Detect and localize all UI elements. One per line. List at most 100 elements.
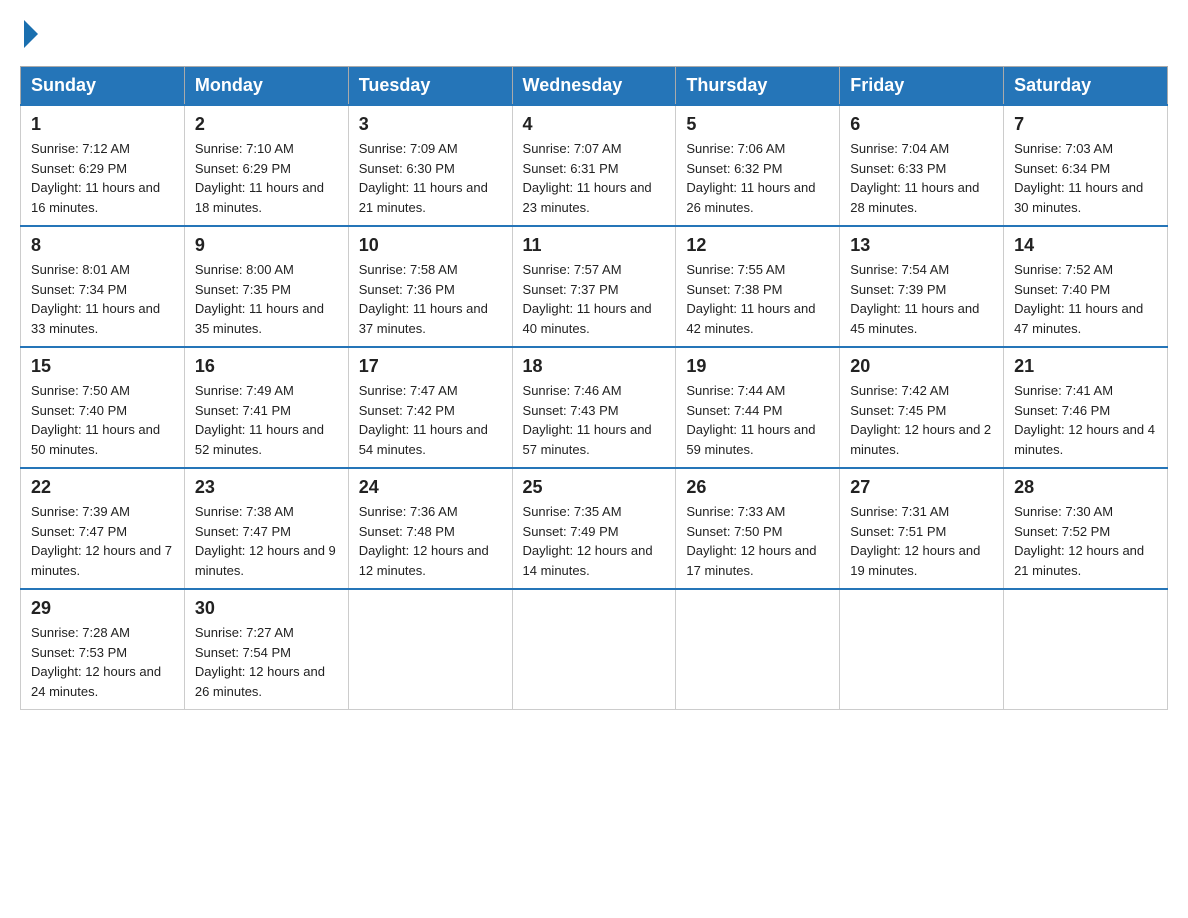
day-number: 7 xyxy=(1014,114,1157,135)
calendar-cell: 16 Sunrise: 7:49 AMSunset: 7:41 PMDaylig… xyxy=(184,347,348,468)
calendar-cell: 21 Sunrise: 7:41 AMSunset: 7:46 PMDaylig… xyxy=(1004,347,1168,468)
calendar-cell: 8 Sunrise: 8:01 AMSunset: 7:34 PMDayligh… xyxy=(21,226,185,347)
calendar-cell: 11 Sunrise: 7:57 AMSunset: 7:37 PMDaylig… xyxy=(512,226,676,347)
day-number: 22 xyxy=(31,477,174,498)
day-info: Sunrise: 7:36 AMSunset: 7:48 PMDaylight:… xyxy=(359,504,489,578)
calendar-cell: 28 Sunrise: 7:30 AMSunset: 7:52 PMDaylig… xyxy=(1004,468,1168,589)
day-info: Sunrise: 7:41 AMSunset: 7:46 PMDaylight:… xyxy=(1014,383,1155,457)
calendar-cell: 25 Sunrise: 7:35 AMSunset: 7:49 PMDaylig… xyxy=(512,468,676,589)
day-info: Sunrise: 7:52 AMSunset: 7:40 PMDaylight:… xyxy=(1014,262,1143,336)
header-wednesday: Wednesday xyxy=(512,67,676,106)
day-info: Sunrise: 7:30 AMSunset: 7:52 PMDaylight:… xyxy=(1014,504,1144,578)
day-info: Sunrise: 7:10 AMSunset: 6:29 PMDaylight:… xyxy=(195,141,324,215)
day-info: Sunrise: 7:31 AMSunset: 7:51 PMDaylight:… xyxy=(850,504,980,578)
day-info: Sunrise: 7:07 AMSunset: 6:31 PMDaylight:… xyxy=(523,141,652,215)
day-info: Sunrise: 8:00 AMSunset: 7:35 PMDaylight:… xyxy=(195,262,324,336)
day-info: Sunrise: 7:12 AMSunset: 6:29 PMDaylight:… xyxy=(31,141,160,215)
day-info: Sunrise: 8:01 AMSunset: 7:34 PMDaylight:… xyxy=(31,262,160,336)
day-number: 3 xyxy=(359,114,502,135)
calendar-cell: 7 Sunrise: 7:03 AMSunset: 6:34 PMDayligh… xyxy=(1004,105,1168,226)
day-info: Sunrise: 7:39 AMSunset: 7:47 PMDaylight:… xyxy=(31,504,172,578)
calendar-cell: 24 Sunrise: 7:36 AMSunset: 7:48 PMDaylig… xyxy=(348,468,512,589)
calendar-header-row: SundayMondayTuesdayWednesdayThursdayFrid… xyxy=(21,67,1168,106)
calendar-week-row: 29 Sunrise: 7:28 AMSunset: 7:53 PMDaylig… xyxy=(21,589,1168,710)
day-number: 26 xyxy=(686,477,829,498)
calendar-cell xyxy=(840,589,1004,710)
day-number: 23 xyxy=(195,477,338,498)
day-info: Sunrise: 7:47 AMSunset: 7:42 PMDaylight:… xyxy=(359,383,488,457)
logo xyxy=(20,20,38,46)
calendar-cell: 26 Sunrise: 7:33 AMSunset: 7:50 PMDaylig… xyxy=(676,468,840,589)
day-info: Sunrise: 7:28 AMSunset: 7:53 PMDaylight:… xyxy=(31,625,161,699)
calendar-cell: 18 Sunrise: 7:46 AMSunset: 7:43 PMDaylig… xyxy=(512,347,676,468)
day-info: Sunrise: 7:03 AMSunset: 6:34 PMDaylight:… xyxy=(1014,141,1143,215)
day-number: 8 xyxy=(31,235,174,256)
calendar-week-row: 1 Sunrise: 7:12 AMSunset: 6:29 PMDayligh… xyxy=(21,105,1168,226)
day-info: Sunrise: 7:38 AMSunset: 7:47 PMDaylight:… xyxy=(195,504,336,578)
calendar-cell: 13 Sunrise: 7:54 AMSunset: 7:39 PMDaylig… xyxy=(840,226,1004,347)
calendar-cell: 27 Sunrise: 7:31 AMSunset: 7:51 PMDaylig… xyxy=(840,468,1004,589)
day-info: Sunrise: 7:54 AMSunset: 7:39 PMDaylight:… xyxy=(850,262,979,336)
header-friday: Friday xyxy=(840,67,1004,106)
day-number: 1 xyxy=(31,114,174,135)
day-info: Sunrise: 7:58 AMSunset: 7:36 PMDaylight:… xyxy=(359,262,488,336)
day-number: 17 xyxy=(359,356,502,377)
day-info: Sunrise: 7:55 AMSunset: 7:38 PMDaylight:… xyxy=(686,262,815,336)
calendar-cell: 4 Sunrise: 7:07 AMSunset: 6:31 PMDayligh… xyxy=(512,105,676,226)
calendar-cell: 29 Sunrise: 7:28 AMSunset: 7:53 PMDaylig… xyxy=(21,589,185,710)
calendar-cell: 19 Sunrise: 7:44 AMSunset: 7:44 PMDaylig… xyxy=(676,347,840,468)
calendar-cell xyxy=(512,589,676,710)
day-info: Sunrise: 7:49 AMSunset: 7:41 PMDaylight:… xyxy=(195,383,324,457)
calendar-cell: 9 Sunrise: 8:00 AMSunset: 7:35 PMDayligh… xyxy=(184,226,348,347)
day-number: 10 xyxy=(359,235,502,256)
day-info: Sunrise: 7:46 AMSunset: 7:43 PMDaylight:… xyxy=(523,383,652,457)
day-number: 20 xyxy=(850,356,993,377)
day-info: Sunrise: 7:42 AMSunset: 7:45 PMDaylight:… xyxy=(850,383,991,457)
calendar-cell: 23 Sunrise: 7:38 AMSunset: 7:47 PMDaylig… xyxy=(184,468,348,589)
day-info: Sunrise: 7:33 AMSunset: 7:50 PMDaylight:… xyxy=(686,504,816,578)
calendar-cell: 22 Sunrise: 7:39 AMSunset: 7:47 PMDaylig… xyxy=(21,468,185,589)
day-info: Sunrise: 7:50 AMSunset: 7:40 PMDaylight:… xyxy=(31,383,160,457)
day-info: Sunrise: 7:44 AMSunset: 7:44 PMDaylight:… xyxy=(686,383,815,457)
day-number: 12 xyxy=(686,235,829,256)
header-sunday: Sunday xyxy=(21,67,185,106)
day-number: 15 xyxy=(31,356,174,377)
calendar-cell: 6 Sunrise: 7:04 AMSunset: 6:33 PMDayligh… xyxy=(840,105,1004,226)
day-number: 2 xyxy=(195,114,338,135)
calendar-cell: 30 Sunrise: 7:27 AMSunset: 7:54 PMDaylig… xyxy=(184,589,348,710)
calendar-week-row: 22 Sunrise: 7:39 AMSunset: 7:47 PMDaylig… xyxy=(21,468,1168,589)
calendar-cell xyxy=(348,589,512,710)
calendar-cell: 15 Sunrise: 7:50 AMSunset: 7:40 PMDaylig… xyxy=(21,347,185,468)
day-number: 5 xyxy=(686,114,829,135)
header-thursday: Thursday xyxy=(676,67,840,106)
day-number: 14 xyxy=(1014,235,1157,256)
day-info: Sunrise: 7:04 AMSunset: 6:33 PMDaylight:… xyxy=(850,141,979,215)
calendar-cell: 20 Sunrise: 7:42 AMSunset: 7:45 PMDaylig… xyxy=(840,347,1004,468)
day-number: 18 xyxy=(523,356,666,377)
day-number: 11 xyxy=(523,235,666,256)
calendar-cell xyxy=(1004,589,1168,710)
calendar-cell: 12 Sunrise: 7:55 AMSunset: 7:38 PMDaylig… xyxy=(676,226,840,347)
day-info: Sunrise: 7:27 AMSunset: 7:54 PMDaylight:… xyxy=(195,625,325,699)
day-number: 4 xyxy=(523,114,666,135)
day-number: 9 xyxy=(195,235,338,256)
calendar-cell: 1 Sunrise: 7:12 AMSunset: 6:29 PMDayligh… xyxy=(21,105,185,226)
calendar-cell: 17 Sunrise: 7:47 AMSunset: 7:42 PMDaylig… xyxy=(348,347,512,468)
day-number: 27 xyxy=(850,477,993,498)
day-info: Sunrise: 7:35 AMSunset: 7:49 PMDaylight:… xyxy=(523,504,653,578)
calendar-cell: 5 Sunrise: 7:06 AMSunset: 6:32 PMDayligh… xyxy=(676,105,840,226)
day-number: 28 xyxy=(1014,477,1157,498)
calendar-week-row: 15 Sunrise: 7:50 AMSunset: 7:40 PMDaylig… xyxy=(21,347,1168,468)
calendar-cell: 3 Sunrise: 7:09 AMSunset: 6:30 PMDayligh… xyxy=(348,105,512,226)
header-saturday: Saturday xyxy=(1004,67,1168,106)
calendar-cell: 10 Sunrise: 7:58 AMSunset: 7:36 PMDaylig… xyxy=(348,226,512,347)
calendar-cell: 14 Sunrise: 7:52 AMSunset: 7:40 PMDaylig… xyxy=(1004,226,1168,347)
day-number: 21 xyxy=(1014,356,1157,377)
day-number: 6 xyxy=(850,114,993,135)
header-tuesday: Tuesday xyxy=(348,67,512,106)
logo-triangle-icon xyxy=(24,20,38,48)
day-number: 29 xyxy=(31,598,174,619)
day-number: 24 xyxy=(359,477,502,498)
calendar-table: SundayMondayTuesdayWednesdayThursdayFrid… xyxy=(20,66,1168,710)
header-monday: Monday xyxy=(184,67,348,106)
